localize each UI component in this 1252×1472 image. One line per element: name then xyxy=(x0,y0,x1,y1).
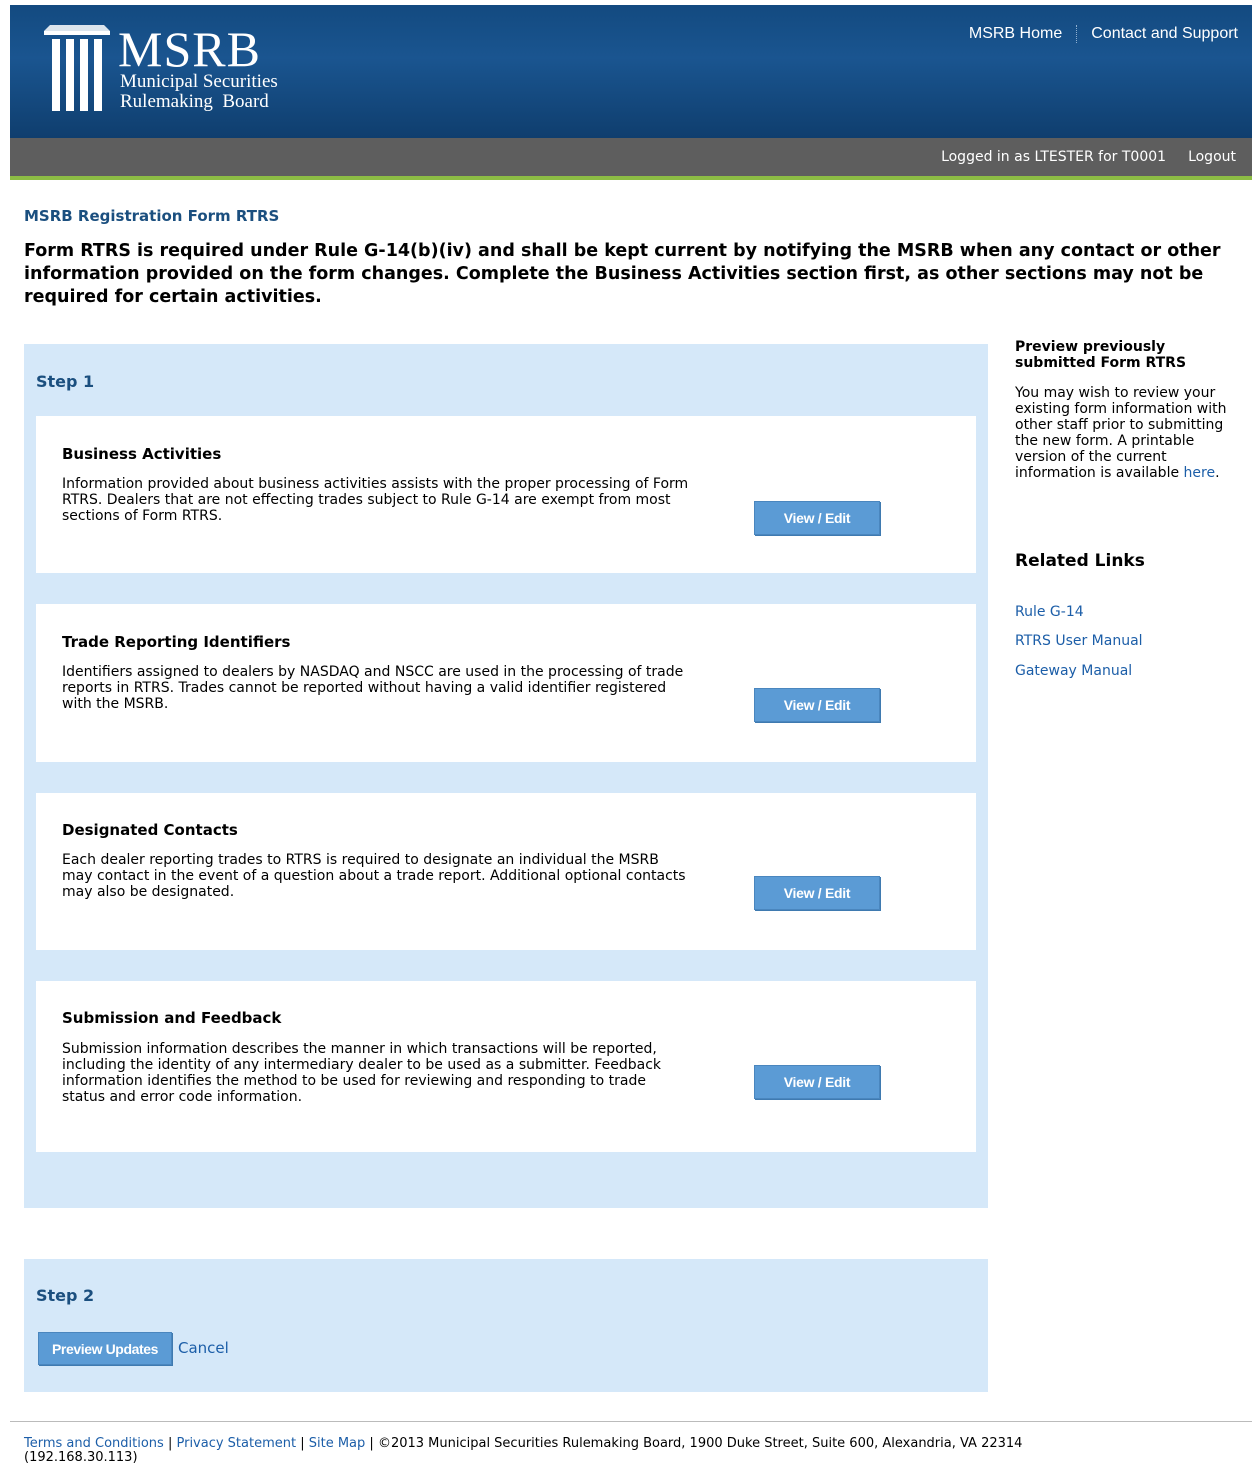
gateway-manual-link[interactable]: Gateway Manual xyxy=(1015,663,1132,679)
step2-heading: Step 2 xyxy=(36,1286,95,1305)
section-designated-contacts: Designated Contacts Each dealer reportin… xyxy=(36,793,976,950)
sidebar-preview: Preview previously submitted Form RTRS Y… xyxy=(1015,339,1245,481)
step1-panel: Step 1 Business Activities Information p… xyxy=(24,344,988,1208)
footer: Terms and Conditions | Privacy Statement… xyxy=(24,1437,1244,1465)
top-nav: MSRB Home Contact and Support xyxy=(969,25,1238,43)
section-title: Submission and Feedback xyxy=(62,1009,282,1027)
section-submission-feedback: Submission and Feedback Submission infor… xyxy=(36,981,976,1152)
designated-contacts-view-edit-button[interactable]: View / Edit xyxy=(754,876,880,910)
msrb-home-link[interactable]: MSRB Home xyxy=(969,25,1062,43)
logout-link[interactable]: Logout xyxy=(1188,149,1236,165)
related-links-heading: Related Links xyxy=(1015,551,1145,571)
preview-here-link[interactable]: here xyxy=(1184,465,1216,481)
logged-in-text: Logged in as LTESTER for T0001 xyxy=(941,149,1167,165)
section-description: Each dealer reporting trades to RTRS is … xyxy=(62,852,686,900)
user-bar-content: Logged in as LTESTER for T0001 Logout xyxy=(941,149,1236,165)
rule-g14-link[interactable]: Rule G-14 xyxy=(1015,604,1084,620)
section-business-activities: Business Activities Information provided… xyxy=(36,416,976,573)
ip-address: (192.168.30.113) xyxy=(24,1450,138,1465)
trade-reporting-view-edit-button[interactable]: View / Edit xyxy=(754,688,880,722)
preview-text: You may wish to review your existing for… xyxy=(1015,385,1245,481)
section-trade-reporting-identifiers: Trade Reporting Identifiers Identifiers … xyxy=(36,604,976,762)
site-header: MSRB Municipal Securities Rulemaking Boa… xyxy=(10,5,1252,138)
period: . xyxy=(1215,465,1220,481)
section-description: Identifiers assigned to dealers by NASDA… xyxy=(62,664,684,712)
rtrs-user-manual-link[interactable]: RTRS User Manual xyxy=(1015,633,1143,649)
footer-divider xyxy=(10,1421,1252,1422)
pillars-logo-icon[interactable] xyxy=(40,23,114,115)
business-activities-view-edit-button[interactable]: View / Edit xyxy=(754,501,880,535)
step1-heading: Step 1 xyxy=(36,372,95,391)
site-map-link[interactable]: Site Map xyxy=(309,1436,366,1451)
cancel-link[interactable]: Cancel xyxy=(178,1339,229,1357)
preview-updates-button[interactable]: Preview Updates xyxy=(38,1332,172,1365)
contact-support-link[interactable]: Contact and Support xyxy=(1091,25,1238,43)
section-description: Information provided about business acti… xyxy=(62,476,689,524)
nav-divider xyxy=(1076,25,1078,43)
section-title: Designated Contacts xyxy=(62,821,238,839)
logo-wordmark: MSRB xyxy=(118,21,261,77)
user-bar: Logged in as LTESTER for T0001 Logout xyxy=(10,138,1252,180)
logo-subtitle-line1: Municipal Securities xyxy=(120,71,278,92)
logo-subtitle: Municipal Securities Rulemaking Board xyxy=(120,72,278,112)
submission-feedback-view-edit-button[interactable]: View / Edit xyxy=(754,1065,880,1099)
section-title: Business Activities xyxy=(62,445,222,463)
page-title: MSRB Registration Form RTRS xyxy=(24,207,280,225)
section-title: Trade Reporting Identifiers xyxy=(62,633,291,651)
logo-subtitle-line2: Rulemaking Board xyxy=(120,91,269,112)
privacy-link[interactable]: Privacy Statement xyxy=(176,1436,296,1451)
step2-panel: Step 2 Preview Updates Cancel xyxy=(24,1259,988,1392)
footer-sep: | xyxy=(369,1436,378,1451)
section-description: Submission information describes the man… xyxy=(62,1041,662,1105)
page-intro: Form RTRS is required under Rule G-14(b)… xyxy=(24,241,1221,307)
footer-sep: | xyxy=(300,1436,309,1451)
copyright-text: ©2013 Municipal Securities Rulemaking Bo… xyxy=(377,1436,1023,1451)
preview-heading: Preview previously submitted Form RTRS xyxy=(1015,339,1187,371)
terms-link[interactable]: Terms and Conditions xyxy=(24,1436,164,1451)
